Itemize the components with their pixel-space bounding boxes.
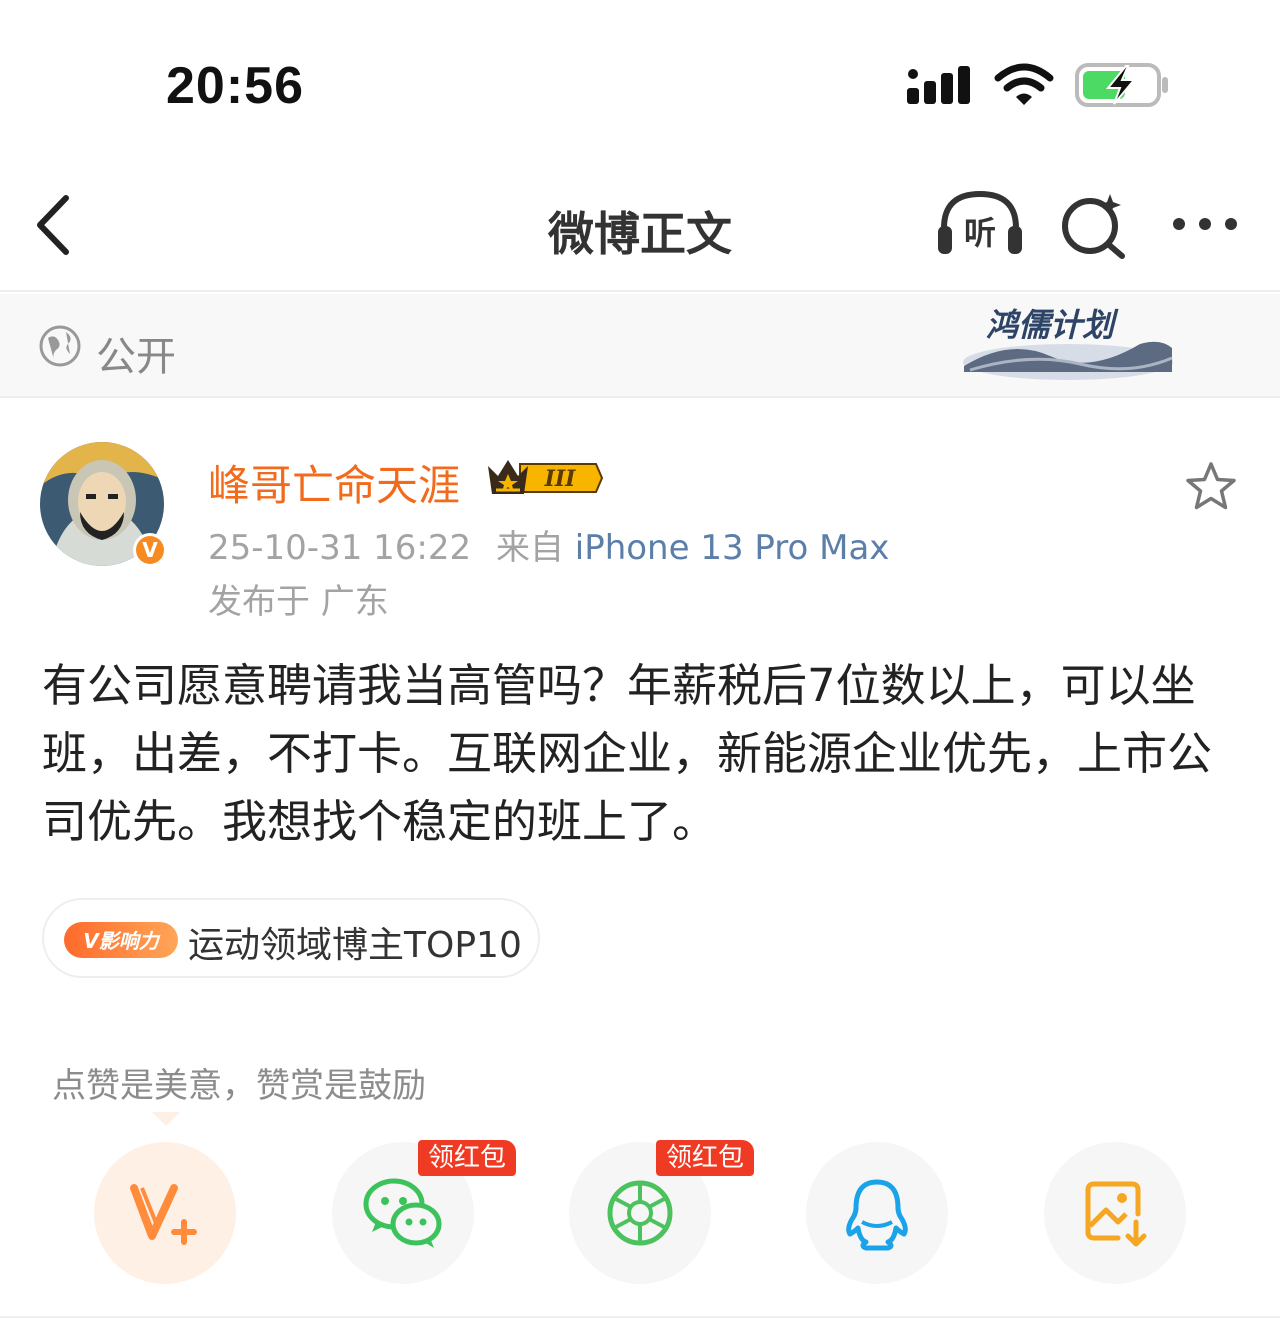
author-avatar[interactable]: V — [40, 442, 168, 570]
reward-button[interactable] — [94, 1142, 236, 1284]
post-location: 发布于 广东 — [208, 582, 389, 622]
signal-bars-icon — [907, 66, 970, 104]
wifi-icon — [994, 63, 1054, 105]
post-meta: 25-10-31 16:22 来自 iPhone 13 Pro Max — [208, 520, 889, 569]
save-image-button[interactable] — [1044, 1142, 1186, 1284]
share-qq-button[interactable] — [806, 1142, 948, 1284]
device-link[interactable]: iPhone 13 Pro Max — [575, 528, 890, 568]
reward-hint: 点赞是美意，赞赏是鼓励 — [52, 1066, 426, 1106]
globe-icon — [39, 325, 81, 367]
search-sparkle-icon[interactable] — [1058, 190, 1128, 260]
member-crown-badge-icon: III — [488, 460, 604, 494]
v-plus-icon — [130, 1184, 197, 1245]
hongru-plan-banner[interactable]: 鸿儒计划 — [950, 298, 1180, 386]
back-chevron-icon[interactable] — [30, 190, 80, 260]
status-time: 20:56 — [166, 57, 304, 115]
hongbao-badge: 领红包 — [418, 1140, 517, 1176]
headphones-icon: 听 — [938, 190, 1022, 254]
hongbao-badge: 领红包 — [656, 1140, 755, 1176]
listen-label: 听 — [964, 214, 996, 252]
post-text: 有公司愿意聘请我当高管吗？年薪税后7位数以上，可以坐班，出差，不打卡。互联网企业… — [42, 659, 1213, 848]
more-dots-icon[interactable] — [1170, 206, 1240, 242]
source-prefix: 来自 — [495, 528, 564, 568]
influence-badge-text: V影响力 — [83, 929, 160, 953]
badge-level: III — [544, 466, 577, 492]
visibility-label: 公开 — [96, 334, 176, 380]
wechat-moments-icon — [607, 1180, 673, 1246]
post-date: 25-10-31 16:22 — [208, 528, 472, 568]
pointer-arrow-icon — [152, 1112, 180, 1126]
qq-icon — [846, 1179, 908, 1251]
listen-button[interactable]: 听 — [936, 188, 1024, 258]
save-image-icon — [1085, 1181, 1147, 1247]
nav-divider — [0, 290, 1280, 292]
influence-tag-label: 运动领域博主TOP10 — [188, 925, 522, 966]
page-title: 微博正文 — [548, 207, 732, 261]
battery-charging-icon — [1075, 63, 1168, 107]
wechat-icon — [363, 1178, 442, 1248]
author-name[interactable]: 峰哥亡命天涯 — [208, 452, 460, 513]
banner-text: 鸿儒计划 — [986, 306, 1119, 344]
visibility-divider — [0, 396, 1280, 398]
verified-v-icon: V — [142, 538, 158, 562]
influence-badge-icon: V影响力 — [64, 922, 178, 958]
bottom-divider — [0, 1316, 1280, 1318]
star-outline-icon[interactable] — [1184, 460, 1238, 514]
